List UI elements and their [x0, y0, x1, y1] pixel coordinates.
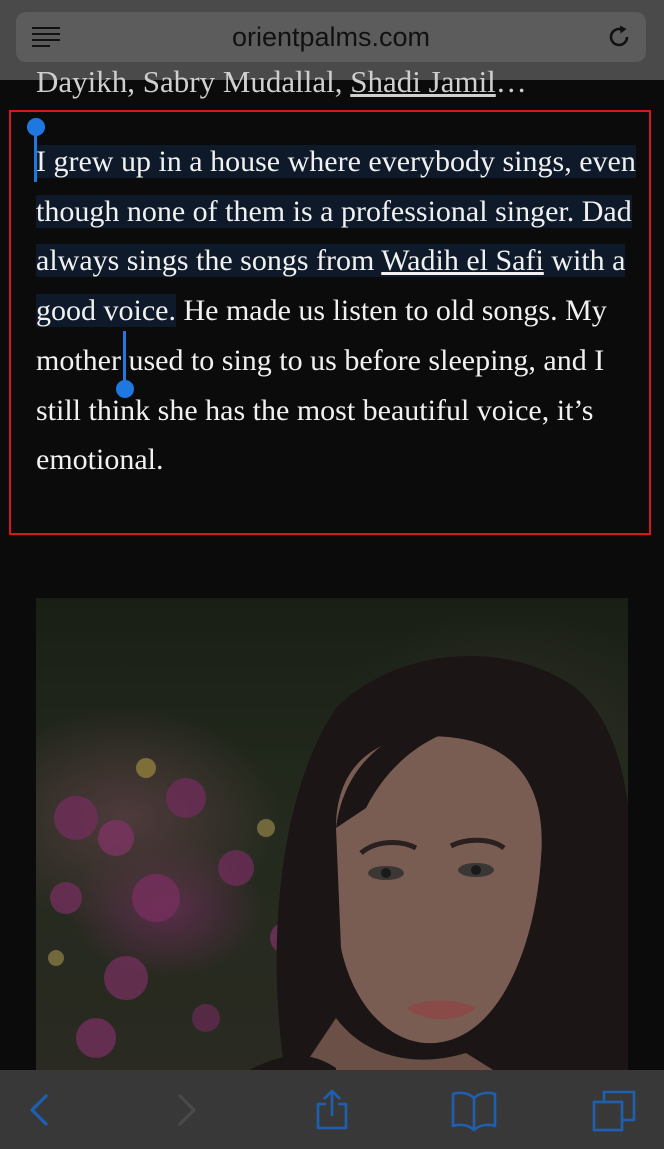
url-text[interactable]: orientpalms.com — [16, 12, 646, 62]
article-paragraph[interactable]: I grew up in a house where everybody sin… — [36, 137, 636, 485]
selection-end-handle[interactable] — [116, 380, 134, 398]
selection-start-caret — [34, 134, 37, 182]
address-bar[interactable]: orientpalms.com — [16, 12, 646, 62]
browser-bottom-toolbar — [0, 1070, 664, 1149]
shadi-jamil-link[interactable]: Shadi Jamil — [350, 64, 496, 99]
wadih-el-safi-link[interactable]: Wadih el Safi — [381, 244, 544, 277]
forward-icon[interactable] — [164, 1088, 208, 1132]
bookmarks-icon[interactable] — [450, 1088, 497, 1132]
previous-text-line: Dayikh, Sabry Mudallal, Shadi Jamil… — [36, 62, 636, 102]
back-icon[interactable] — [18, 1088, 62, 1132]
selection-end-caret — [123, 331, 126, 383]
previous-line-ellipsis: … — [495, 64, 527, 99]
share-icon[interactable] — [310, 1088, 354, 1132]
tabs-icon[interactable] — [592, 1088, 636, 1132]
reload-icon[interactable] — [606, 24, 632, 50]
previous-line-text: Dayikh, Sabry Mudallal, — [36, 64, 351, 99]
portrait-photo — [36, 598, 628, 1078]
